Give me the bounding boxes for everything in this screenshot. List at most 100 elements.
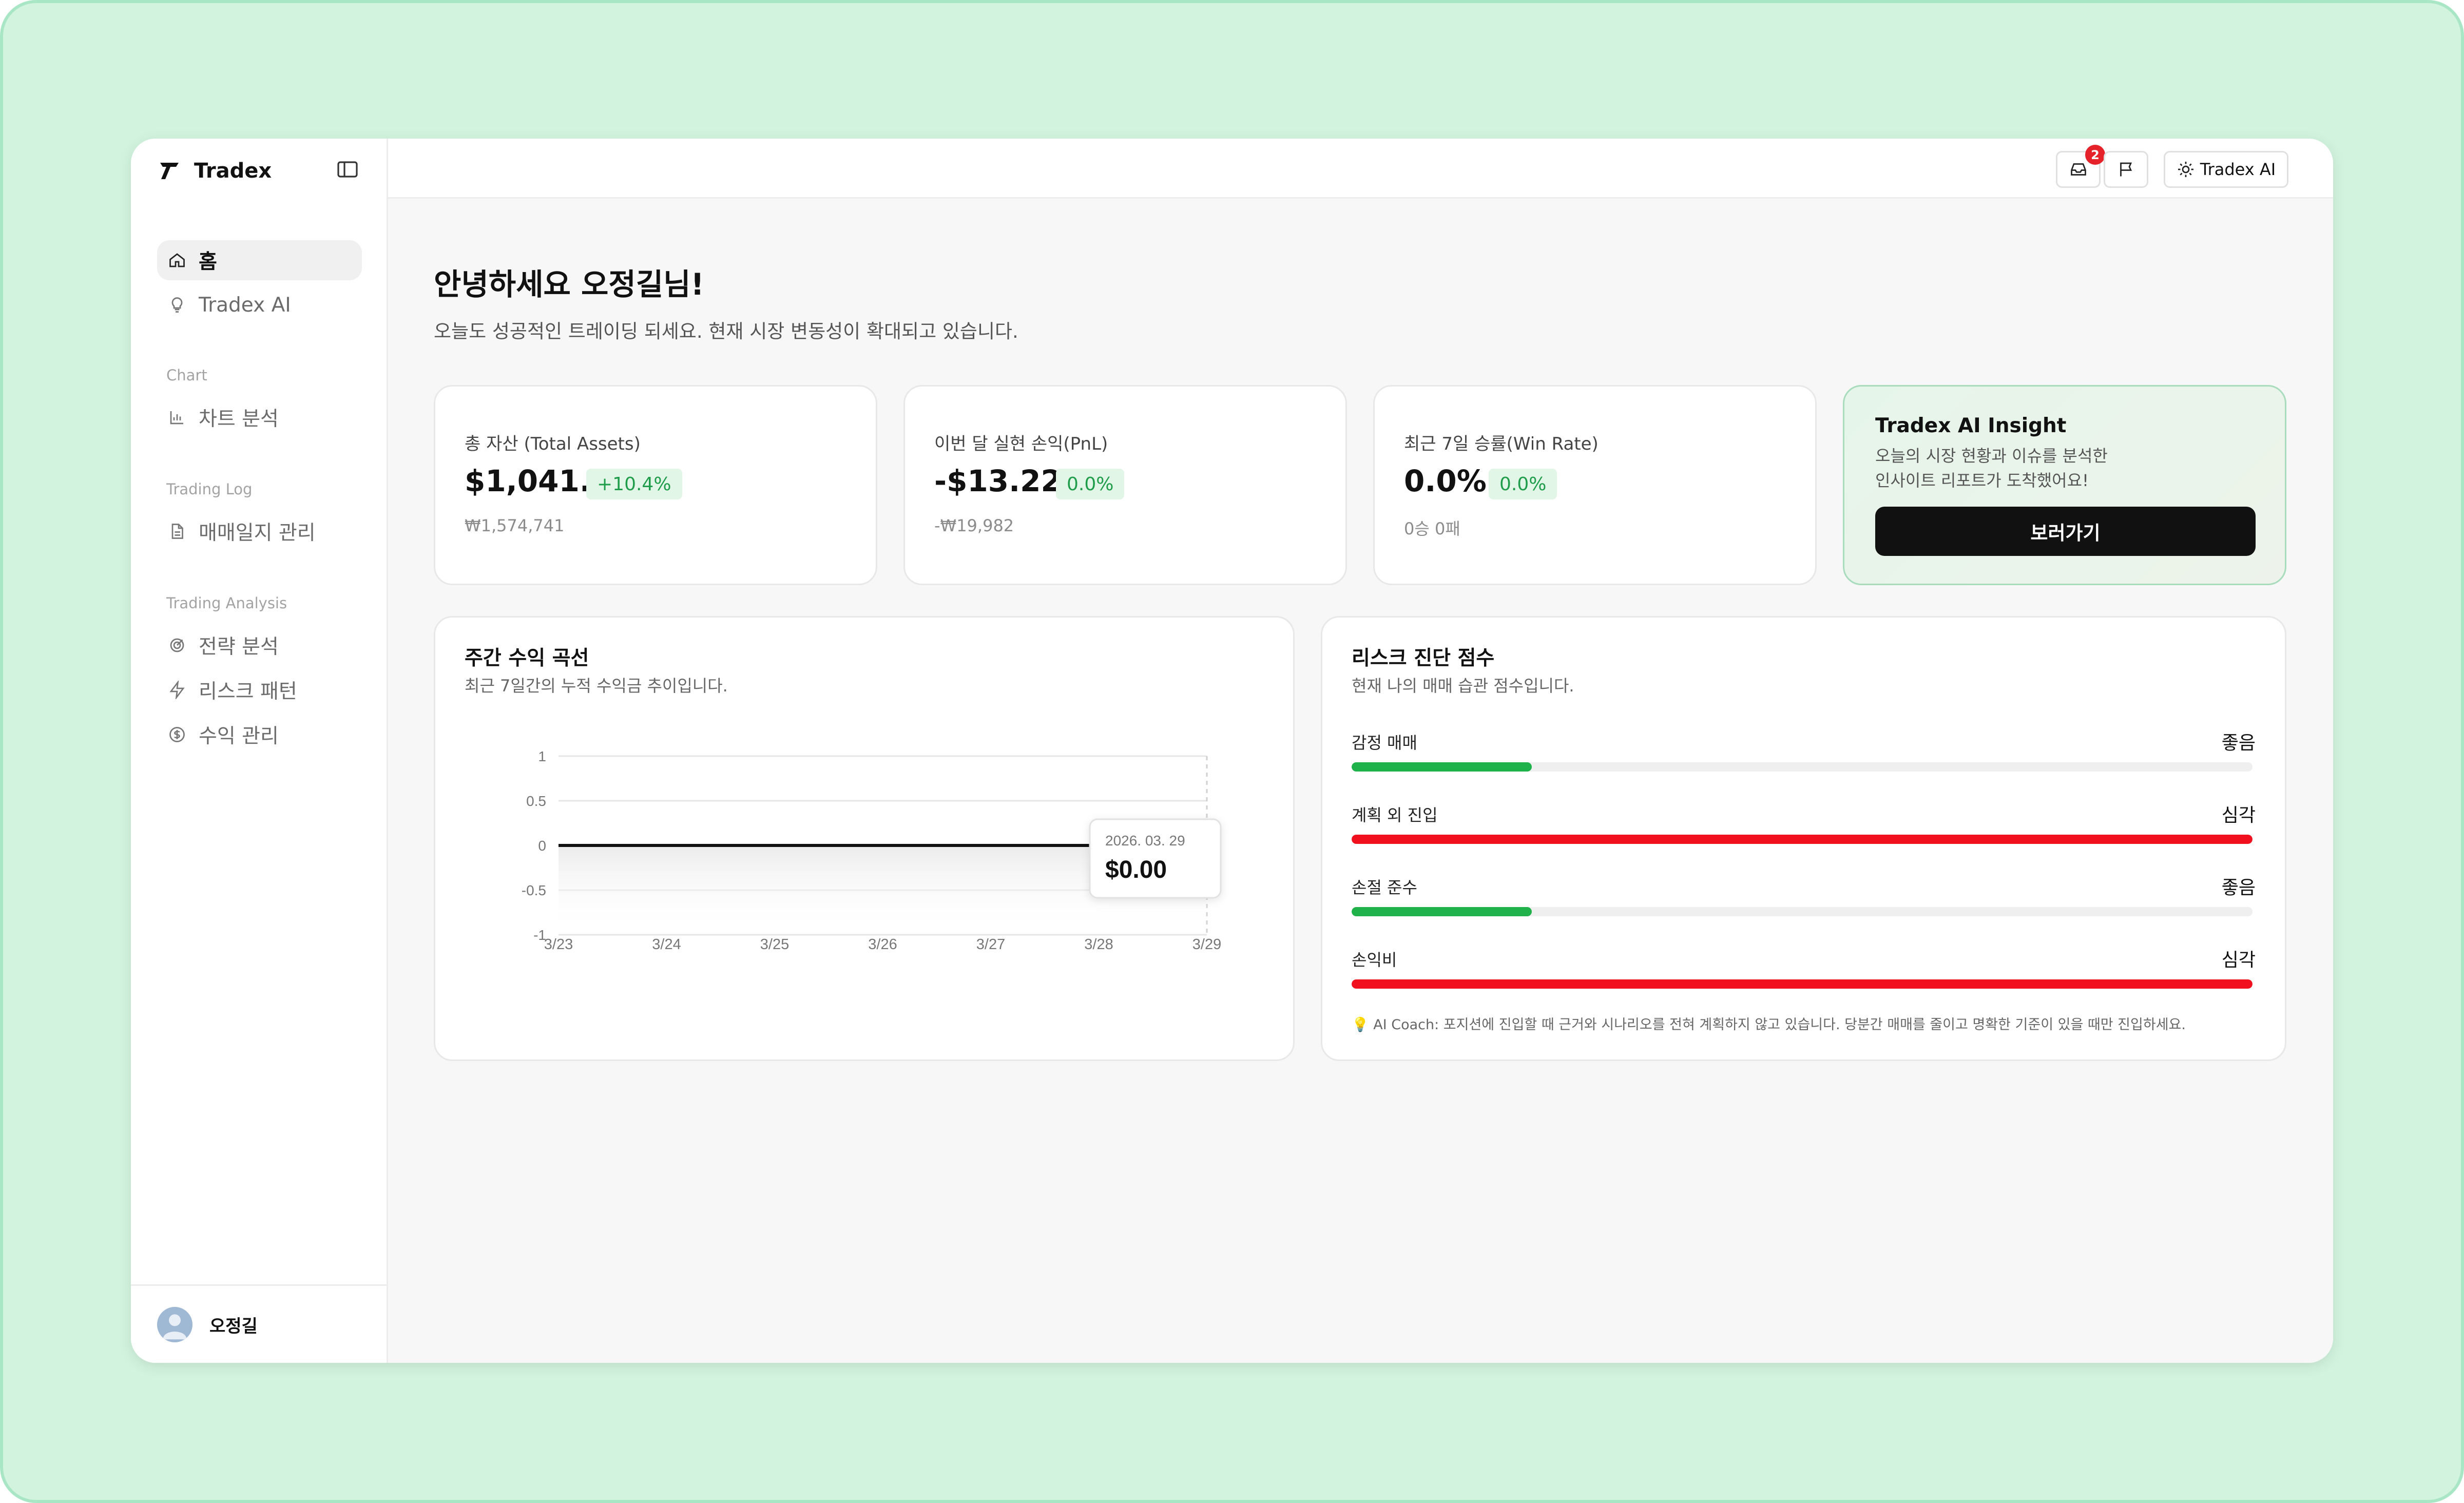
tradex-ai-button-label: Tradex AI	[2200, 160, 2276, 179]
sidebar-item-strategy-analysis[interactable]: 전략 분석	[157, 625, 362, 665]
risk-bar-fill	[1352, 835, 2253, 844]
ai-insight-card: Tradex AI Insight 오늘의 시장 현황과 이슈를 분석한 인사이…	[1843, 385, 2286, 585]
sidebar-item-tradex-ai[interactable]: Tradex AI	[157, 285, 362, 325]
tradex-logo-icon	[160, 163, 179, 179]
weekly-profit-chart-card: 주간 수익 곡선 최근 7일간의 누적 수익금 추이입니다. 1 0.5 0 -0.5…	[434, 616, 1295, 1061]
sidebar-item-label: 수익 관리	[199, 725, 279, 748]
y-tick-label: 0.5	[526, 793, 546, 809]
flag-button[interactable]	[2104, 151, 2148, 188]
ai-coach-note: 💡 AI Coach: 포지션에 진입할 때 근거와 시나리오를 전혀 계획하지…	[1352, 1013, 2186, 1033]
risk-bar	[1352, 835, 2253, 844]
home-icon	[169, 253, 185, 267]
inbox-button[interactable]: 2	[2056, 145, 2105, 188]
risk-bar	[1352, 762, 2253, 772]
sidebar-item-profit-management[interactable]: 수익 관리	[157, 715, 362, 755]
risk-status: 심각	[2221, 950, 2256, 971]
target-icon	[170, 638, 184, 652]
insight-text: 오늘의 시장 현황과 이슈를 분석한 인사이트 리포트가 도착했어요!	[1875, 444, 2183, 493]
sidebar-item-chart-analysis[interactable]: 차트 분석	[157, 397, 362, 437]
sidebar-item-trading-journal[interactable]: 매매일지 관리	[157, 511, 362, 551]
document-icon	[171, 524, 183, 539]
dollar-circle-icon	[169, 727, 185, 742]
sidebar-item-label: 리스크 패턴	[199, 680, 297, 703]
app-window: Tradex 홈 Tradex AI Chart 차트 분석 Trading L…	[131, 139, 2333, 1363]
sidebar-toggle-icon[interactable]	[335, 157, 360, 182]
sun-icon	[2178, 162, 2193, 177]
sidebar-item-label: 전략 분석	[199, 635, 279, 659]
stat-label: 이번 달 실현 손익(PnL)	[934, 434, 1108, 454]
stat-label: 최근 7일 승률(Win Rate)	[1404, 434, 1599, 454]
chart-tooltip: 2026. 03. 29 $0.00	[1089, 818, 1222, 899]
tradex-ai-button[interactable]: Tradex AI	[2164, 151, 2288, 188]
y-tick-label: 0	[538, 838, 546, 854]
user-name: 오정길	[209, 1316, 258, 1337]
tooltip-date: 2026. 03. 29	[1105, 833, 1185, 849]
stat-change-badge: 0.0%	[1056, 469, 1125, 499]
nav-section-chart: Chart	[166, 367, 207, 384]
x-tick-label: 3/28	[1084, 936, 1113, 953]
page-subtitle: 오늘도 성공적인 트레이딩 되세요. 현재 시장 변동성이 확대되고 있습니다.	[434, 320, 1018, 342]
x-tick-label: 3/27	[976, 936, 1005, 953]
sidebar-item-label: 매매일지 관리	[199, 522, 316, 545]
risk-bar	[1352, 907, 2253, 916]
risk-label-risk-reward: 손익비	[1352, 950, 1397, 970]
risk-status: 심각	[2221, 805, 2256, 826]
risk-label-emotional-trading: 감정 매매	[1352, 733, 1417, 753]
y-axis-ticks: 10.50-0.5-1	[522, 748, 546, 943]
risk-label-stop-loss: 손절 준수	[1352, 878, 1417, 897]
stat-label: 총 자산 (Total Assets)	[465, 434, 641, 454]
x-tick-label: 3/26	[868, 936, 897, 953]
avatar	[157, 1306, 192, 1342]
risk-bar-fill	[1352, 762, 1532, 772]
sidebar-item-label: Tradex AI	[199, 293, 291, 317]
sidebar-item-label: 홈	[199, 250, 217, 274]
top-bar: 2 Tradex AI	[388, 139, 2333, 199]
insight-line: 오늘의 시장 현황과 이슈를 분석한	[1875, 446, 2108, 466]
risk-status: 좋음	[2221, 733, 2256, 754]
stat-card-total-assets: 총 자산 (Total Assets) $1,041.84 +10.4% ₩1,…	[434, 385, 877, 585]
risk-bar	[1352, 979, 2253, 989]
sidebar-item-home[interactable]: 홈	[157, 240, 362, 280]
page-title: 안녕하세요 오정길님!	[434, 267, 704, 302]
brand-name: Tradex	[194, 159, 272, 183]
lightbulb-icon	[171, 297, 183, 313]
lightning-icon	[169, 681, 185, 699]
ai-coach-text: AI Coach: 포지션에 진입할 때 근거와 시나리오를 전혀 계획하지 않…	[1373, 1017, 2186, 1033]
nav-section-trading-log: Trading Log	[166, 480, 253, 498]
stat-sub-value: -₩19,982	[934, 516, 1014, 535]
risk-bar-fill	[1352, 907, 1532, 916]
stat-change-badge: +10.4%	[586, 469, 682, 499]
nav-section-trading-analysis: Trading Analysis	[166, 594, 287, 612]
weekly-profit-chart: 10.50-0.5-1 3/23 3/24 3/25 3/26 3/27 3/28 3/29…	[522, 748, 1222, 953]
risk-score-card: 리스크 진단 점수 현재 나의 매매 습관 점수입니다. 감정 매매 좋음 계획…	[1321, 616, 2286, 1061]
x-tick-label: 3/25	[760, 936, 789, 953]
stat-card-monthly-pnl: 이번 달 실현 손익(PnL) -$13.22 0.0% -₩19,982	[903, 385, 1347, 585]
sidebar: Tradex 홈 Tradex AI Chart 차트 분석 Trading L…	[131, 139, 388, 1363]
sidebar-item-label: 차트 분석	[199, 408, 279, 431]
notification-badge: 2	[2085, 145, 2105, 165]
stat-change-badge: 0.0%	[1489, 469, 1557, 499]
lightbulb-icon: 💡	[1352, 1017, 1369, 1033]
y-tick-label: 1	[538, 748, 546, 764]
risk-status: 좋음	[2221, 877, 2256, 898]
stat-value: 0.0%	[1404, 464, 1487, 498]
insight-title: Tradex AI Insight	[1875, 414, 2067, 437]
main-content: 2 Tradex AI 안녕하세요 오정길님! 오늘도 성공적인 트레이딩 되세…	[388, 139, 2333, 1363]
user-profile[interactable]: 오정길	[131, 1284, 387, 1363]
stat-sub-value: ₩1,574,741	[465, 516, 565, 535]
risk-label-unplanned-entry: 계획 외 진입	[1352, 805, 1438, 825]
stat-value: -$13.22	[934, 464, 1062, 498]
risk-bar-fill	[1352, 979, 2253, 989]
x-tick-label: 3/24	[652, 936, 681, 953]
flag-icon	[2120, 162, 2132, 177]
view-insight-button[interactable]: 보러가기	[1875, 507, 2256, 556]
sidebar-item-risk-pattern[interactable]: 리스크 패턴	[157, 670, 362, 710]
insight-line: 인사이트 리포트가 도착했어요!	[1875, 471, 2089, 490]
stat-card-win-rate: 최근 7일 승률(Win Rate) 0.0% 0.0% 0승 0패	[1373, 385, 1817, 585]
y-tick-label: -0.5	[522, 882, 546, 898]
x-tick-label: 3/29	[1192, 936, 1221, 953]
brand[interactable]: Tradex	[157, 156, 272, 186]
risk-title: 리스크 진단 점수	[1352, 647, 1495, 670]
inbox-icon	[2070, 163, 2086, 176]
x-tick-label: 3/23	[544, 936, 573, 953]
